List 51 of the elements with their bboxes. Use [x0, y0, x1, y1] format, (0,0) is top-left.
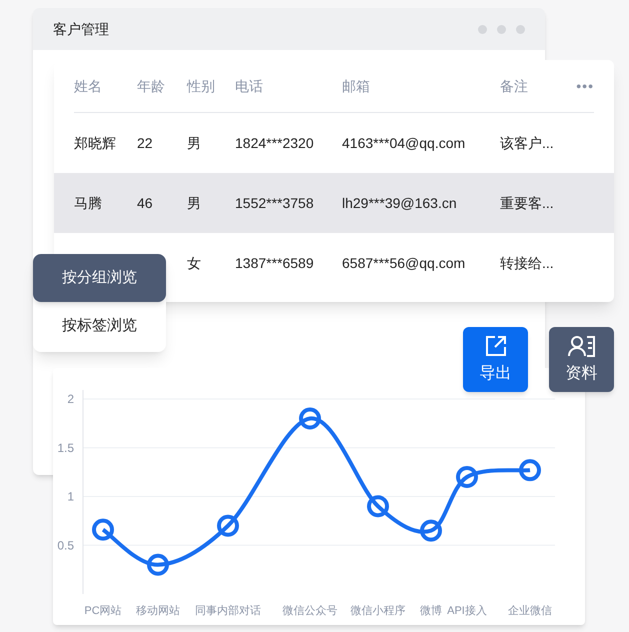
- contact-card-icon: [568, 334, 596, 358]
- data-point: [456, 466, 478, 488]
- x-tick-label: 移动网站: [136, 605, 180, 617]
- table-cell: 转接给...: [500, 254, 554, 270]
- export-button[interactable]: 导出: [463, 327, 528, 392]
- table-row[interactable]: 郑晓辉 22 男 1824***2320 4163***04@qq.com 该客户...: [54, 113, 614, 173]
- menu-item[interactable]: 按分组浏览: [33, 254, 166, 302]
- x-tick-label: 微信公众号: [282, 605, 338, 617]
- column-header: 备注: [500, 78, 528, 94]
- window-title: 客户管理: [53, 20, 109, 38]
- export-icon: [484, 334, 508, 358]
- table-cell: 郑晓辉: [74, 134, 116, 150]
- column-header: 邮箱: [342, 78, 370, 94]
- data-point: [519, 459, 541, 482]
- profile-button[interactable]: 资料: [549, 327, 614, 392]
- table-cell: 46: [137, 194, 153, 210]
- y-tick-label: 1.5: [57, 440, 74, 455]
- data-point: [299, 408, 321, 430]
- x-tick-label: 微信小程序: [350, 605, 406, 617]
- table-cell: 马腾: [74, 194, 102, 210]
- data-point: [420, 520, 442, 542]
- data-point: [217, 514, 239, 537]
- menu-item[interactable]: 按标签浏览: [33, 302, 166, 350]
- data-point: [367, 495, 389, 518]
- column-header: 性别: [187, 78, 215, 94]
- column-header: 姓名: [74, 78, 102, 94]
- table-cell: 女: [187, 254, 201, 270]
- table-cell: 重要客...: [500, 194, 554, 210]
- table-cell: 1387***6589: [235, 254, 314, 270]
- table-cell: 6587***56@qq.com: [342, 254, 466, 270]
- x-tick-label: 微博: [420, 605, 442, 617]
- table-cell: lh29***39@163.cn: [342, 194, 457, 210]
- x-tick-label: API接入: [447, 605, 487, 617]
- data-point: [92, 518, 114, 541]
- y-tick-label: 0.5: [57, 538, 74, 552]
- x-tick-label: 同事内部对话: [195, 605, 261, 617]
- y-tick-label: 1: [67, 490, 74, 504]
- table-cell: 1552***3758: [235, 194, 314, 210]
- table-cell: 男: [187, 134, 201, 150]
- data-point: [147, 554, 169, 576]
- x-tick-label: PC网站: [84, 605, 122, 617]
- y-tick-label: 2: [67, 392, 74, 406]
- column-header: 电话: [235, 78, 263, 94]
- column-header: 年龄: [137, 78, 165, 94]
- table-cell: 1824***2320: [235, 134, 314, 150]
- table-cell: 该客户...: [500, 134, 554, 150]
- table-cell: 4163***04@qq.com: [342, 134, 466, 150]
- table-cell: 22: [137, 134, 153, 150]
- x-tick-label: 企业微信: [508, 605, 552, 617]
- table-cell: 男: [187, 194, 201, 210]
- table-row[interactable]: 马腾 46 男 1552***3758 lh29***39@163.cn 重要客...: [54, 173, 614, 233]
